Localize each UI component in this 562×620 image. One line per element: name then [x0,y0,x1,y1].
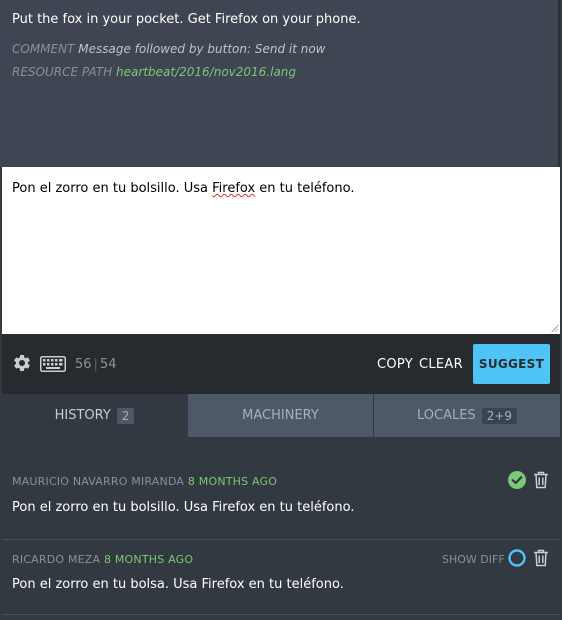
resource-path-line: RESOURCE PATH heartbeat/2016/nov2016.lan… [12,65,296,79]
trash-icon[interactable] [533,471,549,489]
tab-locales[interactable]: LOCALES 2+9 [374,394,560,437]
history-translation: Pon el zorro en tu bolsillo. Usa Firefox… [12,500,355,515]
approved-check-icon[interactable] [508,471,526,489]
tab-history[interactable]: HISTORY 2 [2,394,187,437]
comment-line: COMMENT Message followed by button: Send… [12,42,326,56]
source-string: Put the fox in your pocket. Get Firefox … [12,12,361,27]
list-divider [2,614,560,615]
history-list: MAURICIO NAVARRO MIRANDA 8 MONTHS AGO Po… [2,437,560,620]
spellcheck-word: Firefox [212,181,256,196]
translation-text[interactable]: Pon el zorro en tu bolsillo. Usa Firefox… [12,181,354,196]
history-item[interactable]: MAURICIO NAVARRO MIRANDA 8 MONTHS AGO Po… [2,437,560,538]
gear-icon[interactable] [12,353,32,373]
translation-text-before: Pon el zorro en tu bolsillo. Usa [12,181,213,196]
translation-length: 56 [75,357,92,372]
counter-separator: | [93,357,98,372]
tab-machinery-label: MACHINERY [242,408,319,423]
helper-tabs: HISTORY 2 MACHINERY LOCALES 2+9 [2,394,560,437]
translation-editor[interactable]: Pon el zorro en tu bolsillo. Usa Firefox… [2,167,560,334]
clear-button[interactable]: CLEAR [419,357,463,372]
show-diff-button[interactable]: SHOW DIFF [442,553,505,566]
comment-label: COMMENT [12,42,75,56]
source-panel: Put the fox in your pocket. Get Firefox … [0,0,560,167]
source-length: 54 [99,357,117,372]
timestamp: 8 MONTHS AGO [103,553,194,566]
history-item[interactable]: RICARDO MEZA 8 MONTHS AGO SHOW DIFF Pon … [2,539,560,617]
keyboard-icon[interactable] [40,356,66,372]
history-translation: Pon el zorro en tu bolsa. Usa Firefox en… [12,577,344,592]
history-item-meta: MAURICIO NAVARRO MIRANDA 8 MONTHS AGO [12,475,277,488]
copy-button[interactable]: COPY [377,357,413,372]
tab-history-count: 2 [116,407,135,424]
timestamp: 8 MONTHS AGO [187,475,278,488]
resource-path-label: RESOURCE PATH [12,65,113,79]
resource-path-link[interactable]: heartbeat/2016/nov2016.lang [116,65,296,79]
character-counter: 56 | 54 [75,357,116,372]
suggest-button[interactable]: SUGGEST [473,344,550,384]
tab-machinery[interactable]: MACHINERY [188,394,373,437]
resize-handle[interactable] [551,325,558,332]
tab-locales-count: 2+9 [481,407,518,424]
tab-history-label: HISTORY [54,408,111,423]
trash-icon[interactable] [533,549,549,567]
author-name[interactable]: RICARDO MEZA [12,553,100,566]
translation-text-after: en tu teléfono. [255,181,355,196]
comment-value: Message followed by button: Send it now [78,42,326,56]
history-item-meta: RICARDO MEZA 8 MONTHS AGO [12,553,193,566]
tab-locales-label: LOCALES [416,408,476,423]
editor-toolbar: 56 | 54 COPY CLEAR SUGGEST [2,334,560,394]
unreviewed-circle-icon[interactable] [508,549,526,567]
author-name[interactable]: MAURICIO NAVARRO MIRANDA [12,475,184,488]
